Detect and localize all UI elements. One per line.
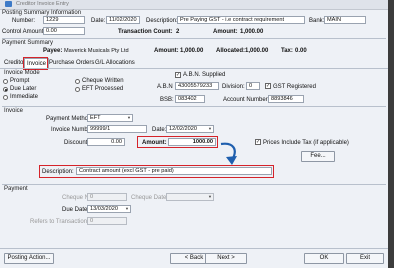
radio-cheque-written[interactable] [75,79,80,84]
divider [2,106,386,107]
bank-label: Bank: [309,18,325,24]
invoice-section-label: Invoice [4,108,24,114]
gst-registered-label: GST Registered [273,84,316,90]
posting-amount-label: Amount: [213,29,238,35]
tab-purchase-orders[interactable]: Purchase Orders [47,58,96,68]
number-label: Number: [12,18,36,24]
account-number-label: Account Number: [223,97,270,103]
app-icon [5,1,12,7]
date-label: Date: [91,18,106,24]
posting-date-field[interactable]: 11/02/2020 [106,16,140,24]
invoice-description-label: Description: [42,169,74,175]
invoice-amount-label: Amount: [142,140,167,146]
abn-supplied-checkbox[interactable]: ✓ [175,72,181,78]
invoice-mode-label: Invoice Mode [4,70,40,76]
division-field[interactable]: 0 [246,82,260,90]
payment-method-label: Payment Method: [46,116,94,122]
due-date-value: 13/03/2020 [90,206,118,212]
transaction-count-value: 2 [176,29,180,35]
radio-eft-processed-label: EFT Processed [82,86,124,92]
cheque-date-field[interactable]: ▼ [166,193,214,201]
cheque-no-field[interactable]: 0 [87,193,127,201]
chevron-down-icon: ▼ [127,115,131,120]
abn-supplied-label: A.B.N. Supplied [183,72,226,78]
radio-immediate[interactable] [3,95,8,100]
payment-method-value: EFT [90,115,101,121]
radio-eft-processed[interactable] [75,87,80,92]
bsb-label: BSB: [160,97,174,103]
allocated-label: Allocated: [216,48,246,54]
radio-prompt[interactable] [3,79,8,84]
invoice-entry-window: Creditor Invoice Entry Posting Summary I… [0,0,388,268]
posting-action-button[interactable]: Posting Action... [4,253,54,264]
tax-value: 0.00 [295,48,307,54]
number-field[interactable]: 1229 [43,16,85,24]
due-date-label: Due Date: [62,207,90,213]
description-label: Description: [146,18,178,24]
refers-to-label: Refers to Transaction: [30,219,89,225]
outer-frame [388,0,394,268]
division-label: Division: [222,84,245,90]
prices-include-tax-checkbox[interactable]: ✓ [255,139,261,145]
payment-summary-label: Payment Summary [2,40,54,46]
summary-amount-value: 1,000.00 [180,48,204,54]
abn-field[interactable]: 43005579233 [175,82,219,90]
radio-due-later[interactable] [3,87,8,92]
bank-field[interactable]: MAIN [324,16,366,24]
radio-cheque-written-label: Cheque Written [82,78,124,84]
chevron-down-icon: ▼ [125,206,129,211]
summary-amount-label: Amount: [154,48,179,54]
exit-button[interactable]: Exit [346,253,384,264]
refers-to-field[interactable]: 0 [87,217,127,225]
radio-due-later-label: Due Later [10,86,37,92]
payment-method-select[interactable]: EFT ▼ [87,114,133,122]
discount-field[interactable]: 0.00 [87,138,125,146]
ok-button[interactable]: OK [304,253,344,264]
tab-gl-allocations[interactable]: G/L Allocations [93,58,137,68]
due-date-field[interactable]: 13/03/2020 ▼ [87,205,131,213]
allocated-value: 1,000.00 [245,48,269,54]
payee-label: Payee: [43,48,63,54]
title-bar: Creditor Invoice Entry [0,0,388,10]
tax-label: Tax: [281,48,293,54]
invoice-amount-field[interactable]: 1000.00 [168,138,216,146]
fee-button[interactable]: Fee... [301,151,335,162]
next-button[interactable]: Next > [205,253,247,264]
account-number-field[interactable]: 8893846 [268,95,304,103]
control-amount-field[interactable]: 0.00 [43,27,85,35]
payee-value: Maverick Musicals Pty Ltd [64,48,129,54]
tab-baseline [0,68,388,69]
divider [2,38,386,39]
cheque-date-label: Cheque Date: [131,195,169,201]
radio-prompt-label: Prompt [10,78,30,84]
chevron-down-icon: ▼ [208,194,212,199]
invoice-date-field[interactable]: 12/02/2020 ▼ [166,125,214,133]
posting-amount-value: 1,000.00 [240,29,264,35]
invoice-number-field[interactable]: 99999/1 [87,125,147,133]
posting-description-field[interactable]: Pre Paying GST - i.e contract requiremen… [177,16,305,24]
prices-include-tax-label: Prices Include Tax (if applicable) [263,140,349,146]
discount-label: Discount: [64,140,90,146]
bsb-field[interactable]: 083402 [175,95,205,103]
invoice-date-label: Date: [152,127,167,133]
invoice-description-field[interactable]: Contract amount (excl GST - pre paid) [76,167,272,175]
payment-section-label: Payment [4,186,28,192]
chevron-down-icon: ▼ [208,126,212,131]
window-title: Creditor Invoice Entry [16,1,69,7]
divider [0,248,388,249]
transaction-count-label: Transaction Count: [118,29,173,35]
gst-registered-checkbox[interactable]: ✓ [265,83,271,89]
control-amount-label: Control Amount: [2,29,46,35]
divider [2,184,386,185]
invoice-date-value: 12/02/2020 [169,126,197,132]
abn-label: A.B.N [157,84,173,90]
radio-immediate-label: Immediate [10,94,39,100]
